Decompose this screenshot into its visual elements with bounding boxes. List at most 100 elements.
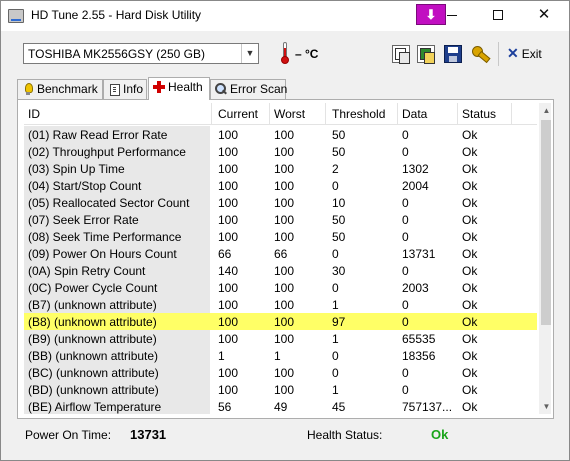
tab-error-scan[interactable]: Error Scan [210, 79, 287, 99]
cell-worst: 49 [274, 400, 288, 414]
cell-id: (BB) (unknown attribute) [28, 349, 159, 363]
cell-id: (BE) Airflow Temperature [28, 400, 162, 414]
table-row[interactable]: (07) Seek Error Rate 100 100 50 0 Ok [24, 211, 537, 228]
table-row[interactable]: (02) Throughput Performance 100 100 50 0 Ok [24, 143, 537, 160]
cell-status: Ok [462, 264, 478, 278]
tab-info[interactable]: Info [103, 79, 147, 99]
table-row[interactable]: (BD) (unknown attribute) 100 100 1 0 Ok [24, 381, 537, 398]
cell-id: (B9) (unknown attribute) [28, 332, 157, 346]
cell-current: 100 [218, 281, 239, 295]
tab-label: Benchmark [37, 82, 98, 96]
table-row[interactable]: (0C) Power Cycle Count 100 100 0 2003 Ok [24, 279, 537, 296]
cell-id: (BD) (unknown attribute) [28, 383, 159, 397]
cell-id: (01) Raw Read Error Rate [28, 128, 168, 142]
document-icon [108, 83, 120, 96]
table-row[interactable]: (B8) (unknown attribute) 100 100 97 0 Ok [24, 313, 537, 330]
cell-threshold: 0 [332, 281, 339, 295]
cell-threshold: 0 [332, 179, 339, 193]
cell-data: 757137... [402, 400, 453, 414]
column-header-current[interactable]: Current [214, 103, 270, 125]
cell-worst: 100 [274, 281, 295, 295]
tab-label: Info [123, 82, 144, 96]
health-status-label: Health Status: [307, 428, 383, 442]
scroll-down-icon[interactable]: ▼ [539, 399, 551, 414]
table-row[interactable]: (03) Spin Up Time 100 100 2 1302 Ok [24, 160, 537, 177]
drive-select[interactable]: TOSHIBA MK2556GSY (250 GB) ▼ [23, 43, 259, 64]
maximize-button[interactable] [475, 1, 521, 31]
table-row[interactable]: (08) Seek Time Performance 100 100 50 0 Ok [24, 228, 537, 245]
column-header-id[interactable]: ID [24, 103, 212, 125]
tab-benchmark[interactable]: Benchmark [17, 79, 103, 99]
table-row[interactable]: (B7) (unknown attribute) 100 100 1 0 Ok [24, 296, 537, 313]
tab-health[interactable]: Health [148, 77, 210, 100]
exit-icon: ✕ [507, 45, 519, 61]
cell-data: 2003 [402, 281, 429, 295]
cell-data: 65535 [402, 332, 436, 346]
copy-icon[interactable] [392, 45, 410, 64]
table-row[interactable]: (01) Raw Read Error Rate 100 100 50 0 Ok [24, 126, 537, 143]
temperature-readout: – °C [295, 47, 319, 61]
cell-threshold: 2 [332, 162, 339, 176]
close-icon: ✕ [537, 6, 551, 23]
table-row[interactable]: (0A) Spin Retry Count 140 100 30 0 Ok [24, 262, 537, 279]
exit-button[interactable]: ✕ Exit [507, 45, 542, 63]
power-on-value: 13731 [130, 427, 167, 442]
column-header-threshold[interactable]: Threshold [328, 103, 398, 125]
cell-worst: 100 [274, 179, 295, 193]
cell-data: 0 [402, 383, 409, 397]
cell-current: 100 [218, 179, 239, 193]
smart-attribute-list[interactable]: ID Current Worst Threshold Data Status (… [24, 103, 551, 414]
cell-threshold: 45 [332, 400, 346, 414]
cell-threshold: 0 [332, 349, 339, 363]
column-header-status[interactable]: Status [458, 103, 512, 125]
cell-current: 100 [218, 230, 239, 244]
scroll-thumb[interactable] [541, 120, 551, 325]
red-cross-icon [153, 81, 165, 93]
vertical-scrollbar[interactable]: ▲ ▼ [539, 103, 551, 414]
options-key-icon[interactable] [471, 45, 489, 63]
cell-data: 1302 [402, 162, 429, 176]
cell-current: 100 [218, 196, 239, 210]
cell-id: (09) Power On Hours Count [28, 247, 177, 261]
list-header: ID Current Worst Threshold Data Status [24, 103, 537, 125]
table-row[interactable]: (B9) (unknown attribute) 100 100 1 65535 Ok [24, 330, 537, 347]
cell-threshold: 50 [332, 128, 346, 142]
minimize-button[interactable] [429, 1, 475, 31]
toolbar-divider [498, 42, 499, 66]
column-header-worst[interactable]: Worst [270, 103, 326, 125]
column-header-data[interactable]: Data [398, 103, 458, 125]
cell-worst: 100 [274, 196, 295, 210]
scroll-up-icon[interactable]: ▲ [539, 103, 551, 118]
cell-worst: 100 [274, 162, 295, 176]
cell-threshold: 1 [332, 332, 339, 346]
app-icon [8, 9, 24, 23]
cell-status: Ok [462, 349, 478, 363]
title-bar[interactable]: HD Tune 2.55 - Hard Disk Utility ⬇ ✕ [1, 1, 569, 31]
cell-worst: 100 [274, 383, 295, 397]
drive-select-value: TOSHIBA MK2556GSY (250 GB) [28, 47, 205, 61]
table-row[interactable]: (BB) (unknown attribute) 1 1 0 18356 Ok [24, 347, 537, 364]
close-button[interactable]: ✕ [521, 1, 567, 31]
power-on-label: Power On Time: [25, 428, 112, 442]
copy-screenshot-icon[interactable] [417, 45, 435, 64]
table-row[interactable]: (04) Start/Stop Count 100 100 0 2004 Ok [24, 177, 537, 194]
cell-id: (BC) (unknown attribute) [28, 366, 159, 380]
health-panel: ID Current Worst Threshold Data Status (… [17, 99, 554, 419]
cell-worst: 100 [274, 366, 295, 380]
cell-data: 0 [402, 264, 409, 278]
cell-current: 100 [218, 128, 239, 142]
list-body: (01) Raw Read Error Rate 100 100 50 0 Ok (02) … [24, 126, 537, 414]
cell-status: Ok [462, 400, 478, 414]
table-row[interactable]: (05) Reallocated Sector Count 100 100 10 0 Ok [24, 194, 537, 211]
cell-current: 100 [218, 162, 239, 176]
table-row[interactable]: (09) Power On Hours Count 66 66 0 13731 Ok [24, 245, 537, 262]
cell-id: (B7) (unknown attribute) [28, 298, 157, 312]
cell-status: Ok [462, 383, 478, 397]
cell-data: 0 [402, 230, 409, 244]
cell-status: Ok [462, 179, 478, 193]
table-row[interactable]: (BE) Airflow Temperature 56 49 45 757137... O… [24, 398, 537, 414]
save-icon[interactable] [444, 45, 462, 63]
cell-data: 0 [402, 196, 409, 210]
cell-worst: 1 [274, 349, 281, 363]
table-row[interactable]: (BC) (unknown attribute) 100 100 0 0 Ok [24, 364, 537, 381]
